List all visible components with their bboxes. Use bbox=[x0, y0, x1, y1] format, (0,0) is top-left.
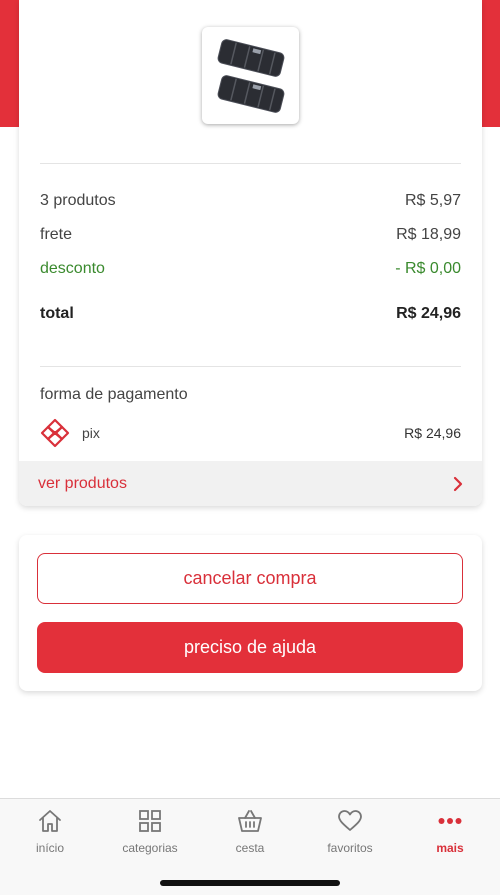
tab-mais[interactable]: mais bbox=[400, 807, 500, 859]
home-icon bbox=[39, 810, 61, 832]
products-value: R$ 5,97 bbox=[404, 192, 461, 209]
tab-label: categorias bbox=[122, 841, 178, 855]
tab-cesta[interactable]: cesta bbox=[200, 807, 300, 859]
discount-label: desconto bbox=[40, 260, 105, 277]
home-indicator bbox=[160, 880, 340, 886]
divider bbox=[40, 163, 461, 164]
product-thumbnail[interactable] bbox=[202, 27, 299, 124]
view-products-label: ver produtos bbox=[38, 474, 127, 492]
discount-row: desconto - R$ 0,00 bbox=[40, 260, 461, 278]
shipping-value: R$ 18,99 bbox=[396, 226, 461, 243]
payment-title: forma de pagamento bbox=[40, 386, 188, 403]
more-icon bbox=[438, 818, 462, 824]
grid-icon bbox=[139, 810, 161, 832]
help-button[interactable]: preciso de ajuda bbox=[37, 622, 463, 673]
tab-label: mais bbox=[436, 841, 464, 855]
tab-categorias[interactable]: categorias bbox=[100, 807, 200, 859]
total-label: total bbox=[40, 305, 74, 322]
shipping-row: frete R$ 18,99 bbox=[40, 226, 461, 244]
products-row: 3 produtos R$ 5,97 bbox=[40, 192, 461, 210]
divider bbox=[40, 366, 461, 367]
ankle-weight-image bbox=[217, 38, 284, 113]
chevron-right-icon bbox=[453, 476, 463, 491]
pix-icon bbox=[40, 418, 70, 448]
tab-favoritos[interactable]: favoritos bbox=[300, 807, 400, 859]
tab-label: favoritos bbox=[327, 841, 373, 855]
tab-label: início bbox=[35, 841, 64, 855]
tab-label: cesta bbox=[235, 841, 265, 855]
order-summary-card: 3 produtos R$ 5,97 frete R$ 18,99 descon… bbox=[19, 0, 482, 506]
basket-icon bbox=[238, 810, 262, 832]
cancel-purchase-button[interactable]: cancelar compra bbox=[37, 553, 463, 604]
total-value: R$ 24,96 bbox=[396, 305, 461, 322]
actions-card: cancelar compra preciso de ajuda bbox=[19, 535, 482, 691]
products-label: 3 produtos bbox=[40, 192, 116, 209]
total-row: total R$ 24,96 bbox=[40, 305, 461, 323]
view-products-link[interactable]: ver produtos bbox=[19, 461, 482, 506]
discount-value: - R$ 0,00 bbox=[395, 260, 461, 277]
payment-amount: R$ 24,96 bbox=[404, 425, 461, 441]
heart-icon bbox=[338, 810, 362, 831]
payment-method-row: pix R$ 24,96 bbox=[40, 418, 461, 448]
payment-method-label: pix bbox=[82, 425, 100, 441]
tab-inicio[interactable]: início bbox=[0, 807, 100, 859]
shipping-label: frete bbox=[40, 226, 73, 243]
